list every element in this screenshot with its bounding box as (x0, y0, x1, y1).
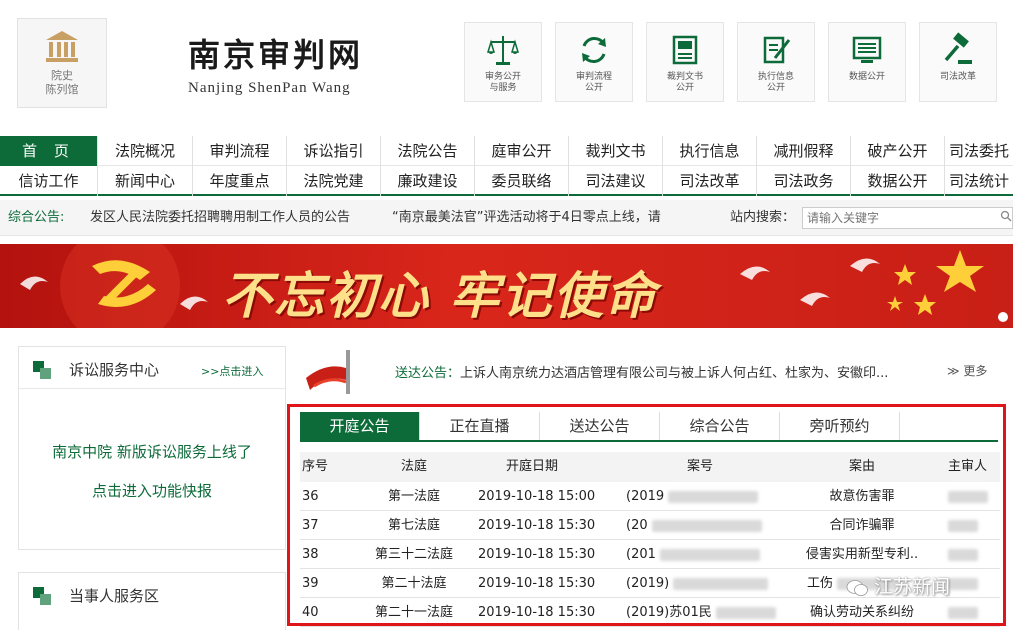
search-input[interactable] (802, 207, 1013, 229)
service-center-body: 南京中院 新版诉讼服务上线了 点击进入功能快报 (19, 389, 285, 549)
green-square-icon (33, 361, 51, 379)
service-announcement[interactable]: 南京中院 新版诉讼服务上线了 (19, 389, 285, 462)
nav-judicial-entrust[interactable]: 司法委托 (945, 136, 1013, 166)
service-quick-link[interactable]: 点击进入功能快报 (19, 480, 285, 501)
service-center-enter-link[interactable]: >>点击进入 (201, 363, 263, 379)
hero-banner[interactable]: 不忘初心 牢记使命 (0, 244, 1013, 328)
quick-link-label: 司法改革 (939, 72, 976, 82)
quick-link-data[interactable]: 数据公开 (828, 22, 906, 102)
more-label: 更多 (963, 364, 988, 378)
party-service-title: 当事人服务区 (69, 587, 160, 605)
refresh-cycle-icon (582, 37, 606, 63)
wechat-icon (846, 579, 868, 596)
nav-court-notices[interactable]: 法院公告 (381, 136, 475, 166)
nav-court-overview[interactable]: 法院概况 (98, 136, 193, 166)
nav-judicial-stats[interactable]: 司法统计 (945, 166, 1013, 196)
service-center-box: 诉讼服务中心 >>点击进入 南京中院 新版诉讼服务上线了 点击进入功能快报 (18, 346, 286, 550)
quick-link-affairs[interactable]: 审务公开 与服务 (464, 22, 542, 102)
notice-item[interactable]: “南京最美法官”评选活动将于4日零点上线，请 (392, 200, 661, 236)
nav-commutation[interactable]: 减刑假释 (757, 136, 851, 166)
search-label: 站内搜索： (730, 210, 796, 225)
nav-news-center[interactable]: 新闻中心 (98, 166, 193, 196)
nav-integrity[interactable]: 廉政建设 (381, 166, 475, 196)
banner-slogan: 不忘初心 牢记使命 (222, 267, 658, 325)
scales-icon (486, 36, 520, 65)
nav-petition[interactable]: 信访工作 (0, 166, 98, 196)
museum-link[interactable]: 院史 陈列馆 (17, 18, 107, 108)
nav-judicial-advice[interactable]: 司法建议 (569, 166, 663, 196)
museum-label: 院史 陈列馆 (45, 69, 79, 96)
nav-annual-focus[interactable]: 年度重点 (193, 166, 287, 196)
nav-row-2: 信访工作 新闻中心 年度重点 法院党建 廉政建设 委员联络 司法建议 司法改革 … (0, 166, 1013, 196)
notice-label: 综合公告: (8, 210, 65, 225)
nav-trial-public[interactable]: 庭审公开 (475, 136, 569, 166)
nav-judicial-affairs[interactable]: 司法政务 (757, 166, 851, 196)
flag-ribbon-icon (306, 350, 350, 394)
delivery-notice-label: 送达公告： (395, 366, 461, 381)
delivery-notice-text[interactable]: 上诉人南京统力达酒店管理有限公司与被上诉人何占红、杜家为、安徽印... (460, 366, 888, 381)
document-pen-icon (763, 36, 791, 64)
quick-link-reform[interactable]: 司法改革 (919, 22, 997, 102)
service-center-header: 诉讼服务中心 >>点击进入 (19, 347, 285, 389)
quick-link-label: 数据公开 (848, 72, 885, 82)
logo-title-en: Nanjing ShenPan Wang (188, 80, 351, 96)
nav-trial-process[interactable]: 审判流程 (193, 136, 287, 166)
quick-link-process[interactable]: 审判流程 公开 (555, 22, 633, 102)
delivery-more-link[interactable]: ≫ 更多 (947, 362, 987, 379)
nav-data-public[interactable]: 数据公开 (851, 166, 945, 196)
site-header: 院史 陈列馆 南京审判网 Nanjing ShenPan Wang 审务公开 与… (0, 0, 1013, 132)
nav-execution-info[interactable]: 执行信息 (663, 136, 757, 166)
quick-link-execution[interactable]: 执行信息 公开 (737, 22, 815, 102)
quick-link-judgments[interactable]: 裁判文书 公开 (646, 22, 724, 102)
watermark: 江苏新闻 (846, 572, 950, 599)
notice-bar: 综合公告: 发区人民法院委托招聘聘用制工作人员的公告 “南京最美法官”评选活动将… (0, 200, 1013, 236)
book-icon (672, 35, 698, 65)
nav-judgments[interactable]: 裁判文书 (569, 136, 663, 166)
watermark-text: 江苏新闻 (874, 576, 951, 598)
gavel-icon (944, 32, 972, 64)
nav-member-liaison[interactable]: 委员联络 (475, 166, 569, 196)
party-service-header: 当事人服务区 (19, 573, 285, 615)
nav-bankruptcy[interactable]: 破产公开 (851, 136, 945, 166)
nav-home[interactable]: 首 页 (0, 136, 98, 166)
party-service-box: 当事人服务区 (18, 572, 286, 630)
quick-link-label: 裁判文书 公开 (666, 72, 703, 93)
nav-party-building[interactable]: 法院党建 (287, 166, 381, 196)
service-center-title: 诉讼服务中心 (69, 361, 160, 379)
search-icon[interactable] (1000, 210, 1012, 222)
carousel-dot[interactable] (998, 312, 1008, 322)
quick-link-label: 执行信息 公开 (757, 72, 794, 93)
quick-link-label: 审判流程 公开 (575, 72, 612, 93)
data-screen-icon (852, 36, 882, 63)
nav-judicial-reform[interactable]: 司法改革 (663, 166, 757, 196)
notice-item[interactable]: 发区人民法院委托招聘聘用制工作人员的公告 (90, 200, 350, 236)
site-logo[interactable]: 南京审判网 Nanjing ShenPan Wang (188, 30, 363, 97)
museum-icon (46, 31, 78, 62)
logo-title-cn: 南京审判网 (188, 36, 364, 74)
nav-row-1: 首 页 法院概况 审判流程 诉讼指引 法院公告 庭审公开 裁判文书 执行信息 减… (0, 136, 1013, 166)
nav-litigation-guide[interactable]: 诉讼指引 (287, 136, 381, 166)
litigation-service-panel: 诉讼服务中心 >>点击进入 南京中院 新版诉讼服务上线了 点击进入功能快报 (18, 346, 286, 550)
quick-link-label: 审务公开 与服务 (484, 72, 521, 93)
green-square-icon (33, 587, 51, 605)
delivery-notice-bar: 送达公告：上诉人南京统力达酒店管理有限公司与被上诉人何占红、杜家为、安徽印...… (395, 362, 1013, 381)
main-navigation: 首 页 法院概况 审判流程 诉讼指引 法院公告 庭审公开 裁判文书 执行信息 减… (0, 136, 1013, 196)
